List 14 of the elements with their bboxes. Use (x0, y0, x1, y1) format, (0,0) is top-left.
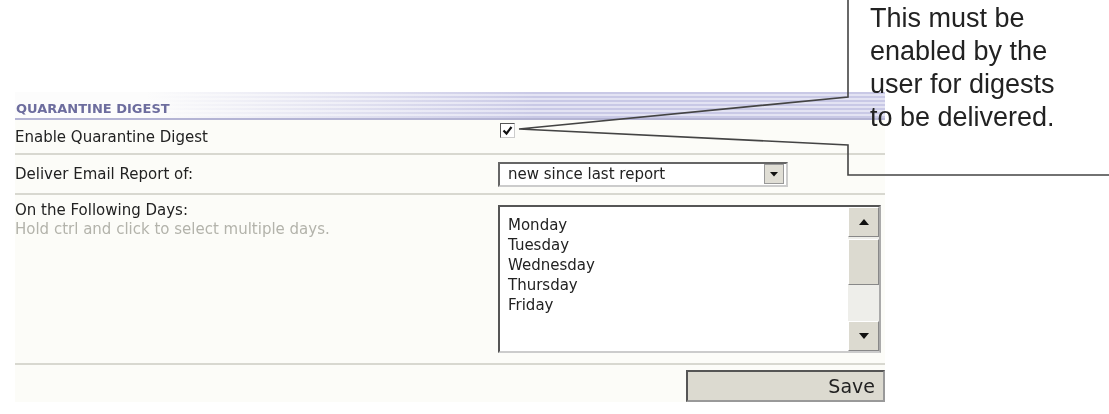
field-label: Deliver Email Report of: (15, 165, 194, 183)
callout-text: This must be enabled by the user for digests to be delivered. (870, 2, 1056, 134)
hint-text: Hold ctrl and click to select multiple days. (15, 220, 331, 238)
list-option[interactable]: Friday (508, 295, 848, 315)
list-box[interactable]: Monday Tuesday Wednesday Thursday Friday (498, 205, 881, 353)
field-label: Enable Quarantine Digest (15, 128, 209, 146)
section-title: QUARANTINE DIGEST (15, 101, 170, 116)
field-label: On the Following Days: (15, 201, 189, 219)
dropdown[interactable]: new since last report (498, 161, 788, 187)
list-option[interactable]: Wednesday (508, 255, 848, 275)
list-option[interactable]: Monday (508, 215, 848, 235)
list-option[interactable]: Tuesday (508, 235, 848, 255)
list-option[interactable]: Thursday (508, 275, 848, 295)
save-button[interactable]: Save (686, 370, 885, 402)
